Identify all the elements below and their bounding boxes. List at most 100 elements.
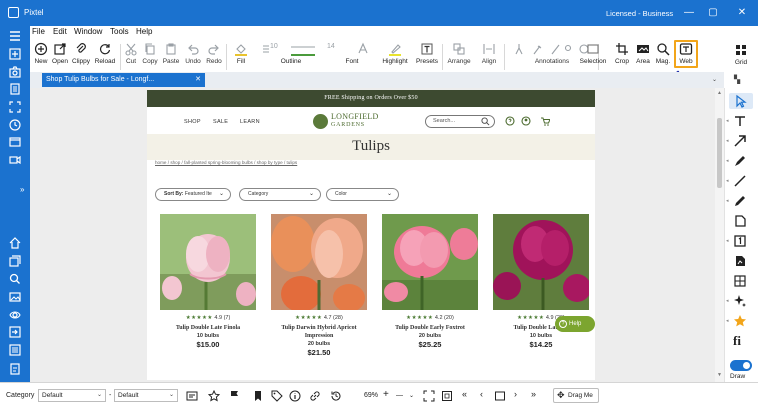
scroll-up-icon[interactable]: ▲ <box>716 90 723 97</box>
menu-edit[interactable]: Edit <box>53 27 67 36</box>
menu-tools[interactable]: Tools <box>110 27 129 36</box>
layers-tool-icon[interactable] <box>733 274 747 288</box>
image-library-icon[interactable] <box>8 290 22 304</box>
chevron-down-icon[interactable]: ⌄ <box>712 76 717 83</box>
area-button[interactable]: Area <box>633 40 653 72</box>
text-tool-icon[interactable] <box>733 114 747 128</box>
draw-toggle[interactable] <box>730 360 752 371</box>
prev-page-icon[interactable]: ‹ <box>480 389 483 399</box>
pointer-select-icon[interactable] <box>733 94 747 108</box>
note-tool-icon[interactable] <box>733 214 747 228</box>
flag-icon[interactable] <box>229 390 241 402</box>
document-icon[interactable] <box>8 82 22 96</box>
reload-button[interactable]: Reload <box>93 40 117 72</box>
magnifier-button[interactable]: Mag. <box>653 40 673 72</box>
add-panel-icon[interactable]: ▚ <box>734 75 740 84</box>
settings-panel-icon[interactable] <box>8 343 22 357</box>
right-panel-header: ▚ <box>724 72 758 88</box>
font-size-value[interactable]: 14 <box>327 43 335 50</box>
star-stamp-icon[interactable] <box>733 314 747 328</box>
sparkle-ai-icon[interactable] <box>733 294 747 308</box>
copy-button[interactable]: Copy <box>141 40 159 72</box>
image-tool-icon[interactable] <box>733 254 747 268</box>
region-capture-icon[interactable] <box>8 100 22 114</box>
zoom-in-button[interactable]: + <box>383 389 389 400</box>
home-icon[interactable] <box>8 236 22 250</box>
line-tool-icon[interactable] <box>733 174 747 188</box>
menu-file[interactable]: File <box>32 27 45 36</box>
actual-size-icon[interactable] <box>441 390 453 402</box>
zoom-out-button[interactable]: — <box>396 392 403 399</box>
hamburger-menu-icon[interactable] <box>8 29 22 43</box>
video-record-icon[interactable] <box>8 153 22 167</box>
restore-icon[interactable]: ▢ <box>706 6 720 20</box>
clippy-button[interactable]: Clippy <box>70 40 92 72</box>
vertical-scrollbar[interactable]: ▲ ▼ <box>715 88 724 382</box>
gallery-icon[interactable] <box>8 254 22 268</box>
editor-canvas[interactable]: FREE Shipping on Orders Over $50 SHOP SA… <box>30 88 715 382</box>
info-icon[interactable] <box>289 390 301 402</box>
highlight-button[interactable]: Highlight <box>380 40 410 72</box>
timer-icon[interactable] <box>8 118 22 132</box>
capture-plus-icon[interactable] <box>8 47 22 61</box>
marker-tool-icon[interactable] <box>733 194 747 208</box>
import-icon[interactable] <box>8 325 22 339</box>
paste-button[interactable]: Paste <box>160 40 182 72</box>
close-tab-icon[interactable]: ✕ <box>195 73 201 87</box>
fit-screen-icon[interactable] <box>423 390 435 402</box>
arrange-button[interactable]: Arrange <box>444 40 474 72</box>
category-select[interactable]: Default ⌄ <box>38 389 106 402</box>
first-page-icon[interactable]: « <box>462 389 467 399</box>
caret-left-icon: ◂ <box>726 178 729 184</box>
outline-width-value[interactable]: 10 <box>270 43 278 50</box>
last-page-icon[interactable]: » <box>531 389 536 399</box>
menu-help[interactable]: Help <box>136 27 152 36</box>
reload-icon <box>98 42 112 56</box>
selection-button[interactable]: Selection <box>577 40 609 72</box>
secondary-select[interactable]: Default ⌄ <box>114 389 178 402</box>
redo-icon <box>207 42 221 56</box>
zoom-level[interactable]: 69% <box>364 392 378 399</box>
new-button[interactable]: New <box>32 40 50 72</box>
menu-window[interactable]: Window <box>74 27 102 36</box>
open-button[interactable]: Open <box>51 40 69 72</box>
grid-button[interactable]: Grid <box>724 40 758 72</box>
tags-icon[interactable] <box>271 390 283 402</box>
bookmark-icon[interactable] <box>252 390 264 402</box>
magnifier-icon <box>656 42 670 56</box>
effects-fi-icon[interactable]: fi <box>733 334 747 348</box>
step-counter-icon[interactable] <box>733 234 747 248</box>
cut-button[interactable]: Cut <box>123 40 139 72</box>
next-page-icon[interactable]: › <box>514 389 517 399</box>
page-view-icon[interactable] <box>494 390 506 402</box>
expand-sidebar-icon[interactable]: » <box>20 185 28 199</box>
redo-button[interactable]: Redo <box>204 40 224 72</box>
close-window-icon[interactable]: ✕ <box>735 6 749 20</box>
document-tab[interactable]: Shop Tulip Bulbs for Sale - Longf... ✕ <box>42 73 205 87</box>
camera-capture-icon[interactable] <box>8 65 22 79</box>
drag-me-button[interactable]: ✥ Drag Me <box>553 388 599 403</box>
arrow-tool-icon[interactable] <box>733 134 747 148</box>
crop-button[interactable]: Crop <box>612 40 632 72</box>
pen-tool-icon[interactable] <box>733 154 747 168</box>
scrollbar-thumb[interactable] <box>717 118 722 188</box>
presets-button[interactable]: Presets <box>414 40 440 72</box>
scroll-down-icon[interactable]: ▼ <box>716 372 723 379</box>
align-button[interactable]: Align <box>476 40 502 72</box>
search-icon[interactable] <box>8 272 22 286</box>
selection-icon <box>586 42 600 56</box>
chevron-down-icon: ⌄ <box>386 191 392 197</box>
share-icon[interactable] <box>8 308 22 322</box>
chevron-down-icon[interactable]: ⌄ <box>409 392 414 399</box>
link-icon[interactable] <box>309 390 321 402</box>
notes-icon[interactable] <box>8 362 22 376</box>
star-icon[interactable] <box>208 390 220 402</box>
chevron-down-icon: ⌄ <box>308 191 314 197</box>
history-icon[interactable] <box>330 390 342 402</box>
tag-editor-icon[interactable] <box>186 390 198 402</box>
fill-button[interactable]: Fill <box>228 40 254 72</box>
outline-button[interactable]: Outline <box>258 40 324 72</box>
minimize-icon[interactable]: — <box>682 6 696 20</box>
undo-button[interactable]: Undo <box>183 40 203 72</box>
window-capture-icon[interactable] <box>8 135 22 149</box>
